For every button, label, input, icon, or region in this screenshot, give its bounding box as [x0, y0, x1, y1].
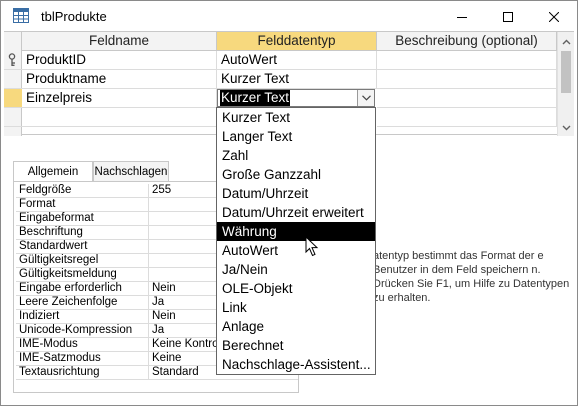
dropdown-option[interactable]: OLE-Objekt — [217, 279, 375, 298]
window-title: tblProdukte — [41, 9, 107, 24]
property-name: Eingabeformat — [16, 212, 149, 226]
dropdown-option[interactable]: Große Ganzzahl — [217, 165, 375, 184]
property-help-text: atentyp bestimmt das Format der e Benutz… — [373, 250, 570, 304]
property-name: Leere Zeichenfolge — [16, 296, 149, 310]
chevron-down-icon — [361, 95, 371, 101]
data-type-cell[interactable]: Kurzer Text — [217, 70, 377, 89]
tab-allgemein[interactable]: Allgemein — [13, 161, 93, 183]
property-name: Feldgröße — [16, 184, 149, 198]
field-name-cell[interactable]: Produktname — [22, 70, 217, 89]
field-name-cell[interactable]: ProduktID — [22, 51, 217, 70]
row-selector[interactable] — [4, 70, 22, 89]
property-name: Eingabe erforderlich — [16, 282, 149, 296]
property-name: Unicode-Kompression — [16, 324, 149, 338]
combobox-value: Kurzer Text — [220, 90, 291, 106]
column-header-description[interactable]: Beschreibung (optional) — [377, 32, 557, 51]
scroll-down-icon[interactable] — [562, 123, 571, 132]
field-name-cell[interactable]: Einzelpreis — [22, 89, 217, 108]
minimize-icon — [457, 16, 467, 18]
description-cell[interactable] — [377, 51, 557, 70]
close-button[interactable] — [531, 1, 577, 32]
scroll-up-icon[interactable] — [562, 38, 571, 47]
data-type-dropdown-list[interactable]: Kurzer Text Langer Text Zahl Große Ganzz… — [216, 107, 376, 375]
scrollbar-thumb[interactable] — [561, 51, 571, 93]
column-header-field-name[interactable]: Feldname — [22, 32, 217, 51]
close-icon — [549, 11, 559, 22]
dropdown-option[interactable]: Zahl — [217, 146, 375, 165]
dropdown-option[interactable]: Langer Text — [217, 127, 375, 146]
current-row-selector[interactable] — [4, 89, 22, 108]
table-design-window: tblProdukte Feldname Felddatentyp Beschr… — [0, 0, 578, 406]
dropdown-option-highlighted[interactable]: Währung — [217, 222, 375, 241]
dropdown-option[interactable]: Anlage — [217, 317, 375, 336]
dropdown-option[interactable]: Datum/Uhrzeit erweitert — [217, 203, 375, 222]
dropdown-option[interactable]: Ja/Nein — [217, 260, 375, 279]
property-name: IME-Modus — [16, 338, 149, 352]
combobox-dropdown-button[interactable] — [357, 90, 374, 106]
dropdown-option[interactable]: Link — [217, 298, 375, 317]
property-name: IME-Satzmodus — [16, 352, 149, 366]
property-name: Indiziert — [16, 310, 149, 324]
title-bar: tblProdukte — [1, 1, 577, 32]
property-name: Gültigkeitsregel — [16, 254, 149, 268]
table-icon — [13, 8, 29, 23]
description-cell[interactable] — [377, 70, 557, 89]
maximize-button[interactable] — [485, 1, 531, 32]
data-type-cell[interactable]: AutoWert — [217, 51, 377, 70]
data-type-combobox[interactable]: Kurzer Text — [217, 89, 375, 107]
description-cell[interactable] — [377, 89, 557, 108]
property-name: Format — [16, 198, 149, 212]
mouse-pointer-icon — [305, 236, 319, 257]
dropdown-option[interactable]: AutoWert — [217, 241, 375, 260]
dropdown-option[interactable]: Datum/Uhrzeit — [217, 184, 375, 203]
row-selector[interactable] — [4, 108, 22, 127]
property-name: Textausrichtung — [16, 366, 149, 380]
dropdown-option[interactable]: Nachschlage-Assistent... — [217, 355, 375, 374]
row-selector[interactable] — [4, 51, 22, 70]
column-header-data-type[interactable]: Felddatentyp — [217, 32, 377, 51]
dropdown-option[interactable]: Berechnet — [217, 336, 375, 355]
field-name-cell[interactable] — [22, 108, 217, 127]
property-name: Beschriftung — [16, 226, 149, 240]
property-name: Standardwert — [16, 240, 149, 254]
grid-vertical-scrollbar[interactable] — [557, 32, 574, 136]
dropdown-option[interactable]: Kurzer Text — [217, 108, 375, 127]
description-cell[interactable] — [377, 108, 557, 127]
minimize-button[interactable] — [439, 1, 485, 32]
property-name: Gültigkeitsmeldung — [16, 268, 149, 282]
primary-key-icon — [8, 53, 16, 66]
tab-nachschlagen[interactable]: Nachschlagen — [93, 161, 169, 182]
maximize-icon — [503, 11, 513, 22]
